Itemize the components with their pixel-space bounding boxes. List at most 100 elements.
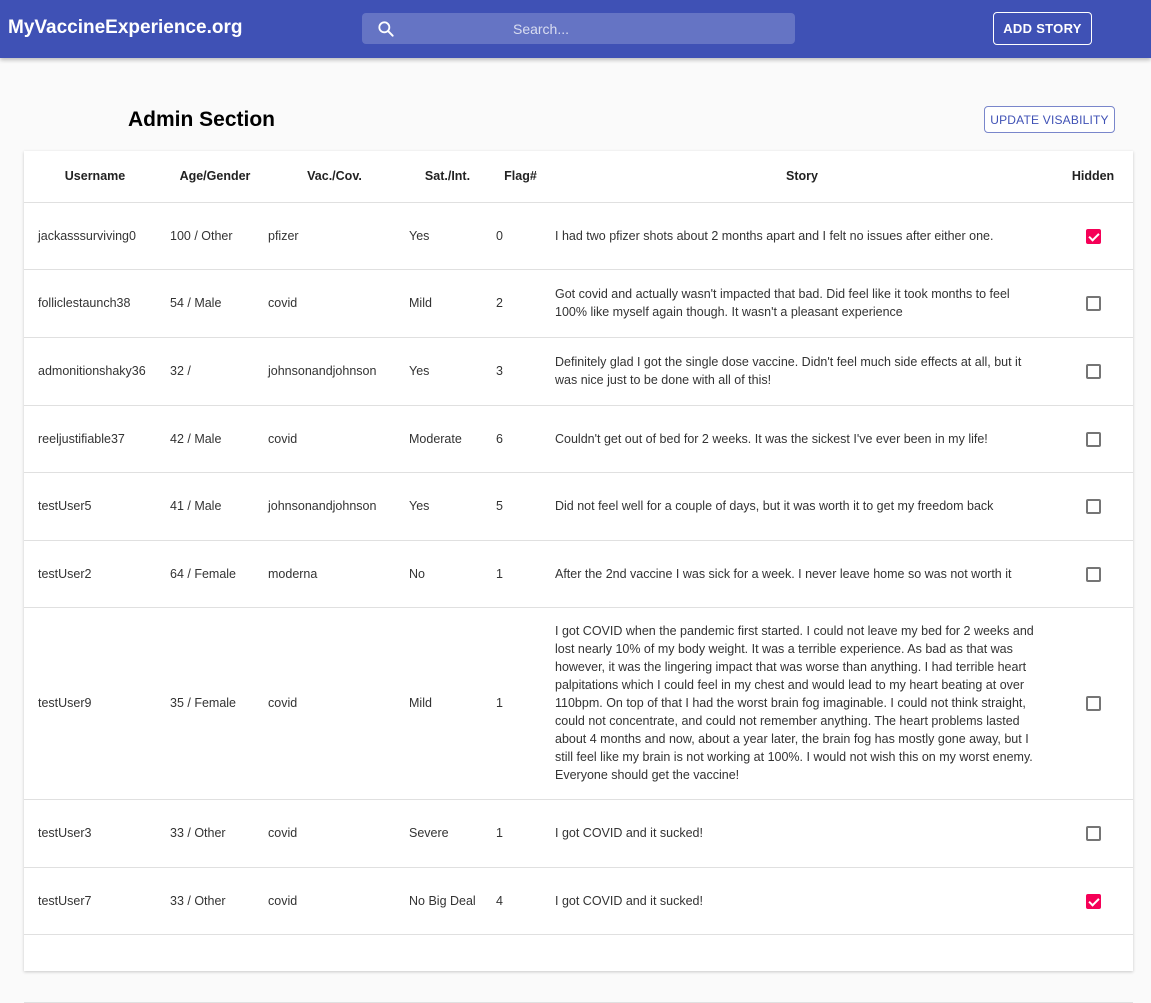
hidden-checkbox[interactable]: [1085, 296, 1101, 312]
satisfaction-cell: Yes: [405, 202, 490, 270]
username-cell: testUser9: [24, 607, 166, 800]
username-cell: jackasssurviving0: [24, 202, 166, 270]
flag-count-cell: 5: [490, 472, 551, 541]
column-header[interactable]: Vac./Cov.: [264, 151, 405, 203]
hidden-cell: [1053, 405, 1133, 473]
satisfaction-cell: No Big Deal: [405, 867, 490, 935]
hidden-cell: [1053, 202, 1133, 270]
search-input[interactable]: [406, 13, 676, 44]
satisfaction-cell: Yes: [405, 472, 490, 541]
table-row: admonitionshaky36 32 / johnsonandjohnson…: [24, 337, 1133, 406]
flag-count-cell: 1: [490, 540, 551, 608]
table-header-row: Username Age/Gender Vac./Cov. Sat./Int. …: [24, 151, 1133, 203]
hidden-checkbox[interactable]: [1085, 696, 1101, 712]
vaccine-cell: covid: [264, 607, 405, 800]
satisfaction-cell: No: [405, 540, 490, 608]
age-gender-cell: 33 / Other: [166, 867, 264, 935]
table-row: testUser9 35 / Female covid Mild 1 I got…: [24, 607, 1133, 800]
age-gender-cell: 35 / Female: [166, 607, 264, 800]
username-cell: testUser7: [24, 867, 166, 935]
update-visibility-button[interactable]: UPDATE VISABILITY: [984, 106, 1115, 133]
satisfaction-cell: Mild: [405, 607, 490, 800]
satisfaction-cell: Mild: [405, 269, 490, 338]
satisfaction-cell: Yes: [405, 337, 490, 406]
flag-count-cell: 0: [490, 202, 551, 270]
search-box[interactable]: [362, 13, 795, 44]
flag-count-cell: 2: [490, 269, 551, 338]
table-row: jackasssurviving0 100 / Other pfizer Yes…: [24, 202, 1133, 270]
hidden-checkbox[interactable]: [1085, 431, 1101, 447]
column-header[interactable]: Story: [551, 151, 1053, 203]
story-cell: I had two pfizer shots about 2 months ap…: [551, 202, 1053, 270]
column-header[interactable]: Username: [24, 151, 166, 203]
flag-count-cell: 3: [490, 337, 551, 406]
username-cell: testUser5: [24, 472, 166, 541]
username-cell: testUser2: [24, 540, 166, 608]
page-title: Admin Section: [128, 108, 276, 131]
satisfaction-cell: Severe: [405, 799, 490, 868]
hidden-checkbox[interactable]: [1085, 893, 1101, 909]
stories-table: Username Age/Gender Vac./Cov. Sat./Int. …: [24, 151, 1133, 1003]
vaccine-cell: covid: [264, 269, 405, 338]
flag-count-cell: 1: [490, 607, 551, 800]
search-icon: [378, 21, 394, 37]
age-gender-cell: 100 / Other: [166, 202, 264, 270]
table-row: testUser7 33 / Other covid No Big Deal 4…: [24, 867, 1133, 935]
username-cell: testUser3: [24, 799, 166, 868]
column-header[interactable]: Sat./Int.: [405, 151, 490, 203]
vaccine-cell: moderna: [264, 540, 405, 608]
table-row: testUser3 33 / Other covid Severe 1 I go…: [24, 799, 1133, 868]
table-row: [24, 934, 1133, 1003]
column-header[interactable]: Hidden: [1053, 151, 1133, 203]
age-gender-cell: 33 / Other: [166, 799, 264, 868]
table-row: folliclestaunch38 54 / Male covid Mild 2…: [24, 269, 1133, 338]
username-cell: folliclestaunch38: [24, 269, 166, 338]
hidden-checkbox[interactable]: [1085, 228, 1101, 244]
age-gender-cell: 42 / Male: [166, 405, 264, 473]
column-header[interactable]: Flag#: [490, 151, 551, 203]
flag-count-cell: 4: [490, 867, 551, 935]
hidden-cell: [1053, 540, 1133, 608]
vaccine-cell: covid: [264, 867, 405, 935]
story-cell: After the 2nd vaccine I was sick for a w…: [551, 540, 1053, 608]
table-row: reeljustifiable37 42 / Male covid Modera…: [24, 405, 1133, 473]
hidden-cell: [1053, 472, 1133, 541]
hidden-checkbox[interactable]: [1085, 364, 1101, 380]
flag-count-cell: 1: [490, 799, 551, 868]
age-gender-cell: 41 / Male: [166, 472, 264, 541]
hidden-checkbox[interactable]: [1085, 566, 1101, 582]
story-cell: Did not feel well for a couple of days, …: [551, 472, 1053, 541]
hidden-checkbox[interactable]: [1085, 826, 1101, 842]
hidden-cell: [1053, 607, 1133, 800]
story-cell: I got COVID and it sucked!: [551, 867, 1053, 935]
username-cell: reeljustifiable37: [24, 405, 166, 473]
vaccine-cell: johnsonandjohnson: [264, 472, 405, 541]
age-gender-cell: 54 / Male: [166, 269, 264, 338]
story-cell: I got COVID and it sucked!: [551, 799, 1053, 868]
hidden-cell: [1053, 867, 1133, 935]
column-header[interactable]: Age/Gender: [166, 151, 264, 203]
hidden-cell: [1053, 337, 1133, 406]
brand-title[interactable]: MyVaccineExperience.org: [8, 17, 242, 39]
stories-table-card: Username Age/Gender Vac./Cov. Sat./Int. …: [24, 151, 1133, 1003]
table-row: testUser2 64 / Female moderna No 1 After…: [24, 540, 1133, 608]
vaccine-cell: covid: [264, 799, 405, 868]
story-cell: Got covid and actually wasn't impacted t…: [551, 269, 1053, 338]
add-story-button[interactable]: ADD STORY: [993, 12, 1092, 45]
table-row: testUser5 41 / Male johnsonandjohnson Ye…: [24, 472, 1133, 541]
vaccine-cell: pfizer: [264, 202, 405, 270]
hidden-checkbox[interactable]: [1085, 499, 1101, 515]
hidden-cell: [1053, 799, 1133, 868]
story-cell: Definitely glad I got the single dose va…: [551, 337, 1053, 406]
story-cell: Couldn't get out of bed for 2 weeks. It …: [551, 405, 1053, 473]
story-cell: I got COVID when the pandemic first star…: [551, 607, 1053, 800]
satisfaction-cell: Moderate: [405, 405, 490, 473]
hidden-cell: [1053, 269, 1133, 338]
flag-count-cell: 6: [490, 405, 551, 473]
age-gender-cell: 64 / Female: [166, 540, 264, 608]
vaccine-cell: covid: [264, 405, 405, 473]
app-bar: MyVaccineExperience.org ADD STORY: [0, 0, 1151, 58]
age-gender-cell: 32 /: [166, 337, 264, 406]
vaccine-cell: johnsonandjohnson: [264, 337, 405, 406]
username-cell: admonitionshaky36: [24, 337, 166, 406]
